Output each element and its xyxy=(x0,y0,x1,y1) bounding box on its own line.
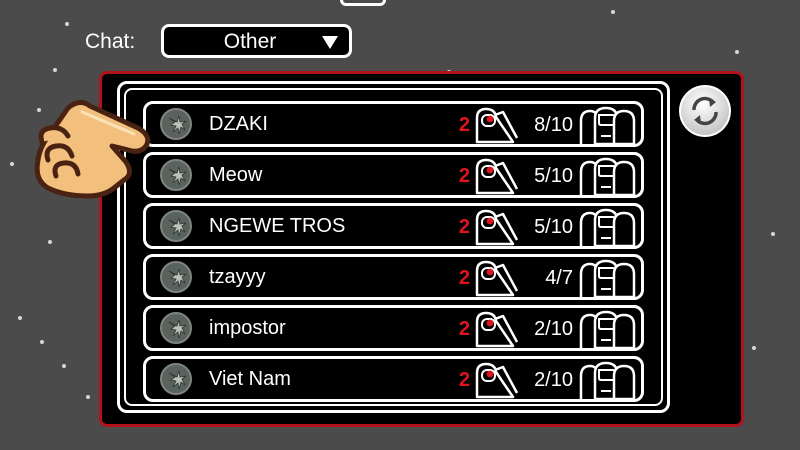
star xyxy=(611,10,615,14)
crewmates-icon xyxy=(579,310,636,350)
lobby-impostor-count: 2 xyxy=(458,318,470,340)
impostor-crewmate-icon xyxy=(475,311,519,348)
cut-off-dropdown[interactable] xyxy=(340,0,386,6)
impostor-crewmate-icon xyxy=(475,158,519,195)
star xyxy=(86,395,90,399)
star xyxy=(10,162,14,166)
lobby-host-name: impostor xyxy=(209,317,286,339)
map-emblem-icon xyxy=(160,108,192,140)
lobby-impostor-count: 2 xyxy=(458,165,470,187)
chat-filter-label: Chat: xyxy=(85,30,136,53)
lobby-row[interactable]: Viet Nam 2 2/10 xyxy=(143,356,644,402)
lobby-impostor-count: 2 xyxy=(458,267,470,289)
crewmates-icon xyxy=(579,259,636,299)
star xyxy=(735,50,739,54)
pointing-hand-icon xyxy=(34,100,151,199)
impostor-crewmate-icon xyxy=(475,209,519,246)
lobby-impostor-count: 2 xyxy=(458,216,470,238)
lobby-host-name: Viet Nam xyxy=(209,368,291,390)
chat-select-value: Other xyxy=(223,30,277,53)
star xyxy=(771,232,775,236)
lobby-impostor-count: 2 xyxy=(458,369,470,391)
chat-language-select[interactable]: Other xyxy=(161,24,352,58)
lobby-row[interactable]: impostor 2 2/10 xyxy=(143,305,644,351)
lobby-player-count: 8/10 xyxy=(534,114,573,136)
crewmates-icon xyxy=(579,361,636,401)
chevron-down-icon xyxy=(322,36,338,49)
star xyxy=(40,340,44,344)
star xyxy=(18,316,22,320)
refresh-button[interactable] xyxy=(676,82,734,140)
impostor-crewmate-icon xyxy=(475,260,519,297)
star xyxy=(62,364,66,368)
star xyxy=(53,68,57,72)
lobby-player-count: 2/10 xyxy=(534,318,573,340)
lobby-host-name: Meow xyxy=(209,164,263,186)
impostor-crewmate-icon xyxy=(475,362,519,399)
crewmates-icon xyxy=(579,208,636,248)
map-emblem-icon xyxy=(160,312,192,344)
map-emblem-icon xyxy=(160,363,192,395)
crewmates-icon xyxy=(579,157,636,197)
lobby-row[interactable]: DZAKI 2 8/10 xyxy=(143,101,644,147)
lobby-row[interactable]: NGEWE TROS 2 5/10 xyxy=(143,203,644,249)
lobby-player-count: 5/10 xyxy=(534,216,573,238)
lobby-host-name: DZAKI xyxy=(209,113,268,135)
lobby-impostor-count: 2 xyxy=(458,114,470,136)
map-emblem-icon xyxy=(160,159,192,191)
star xyxy=(65,22,69,26)
map-emblem-icon xyxy=(160,261,192,293)
star xyxy=(48,240,52,244)
map-emblem-icon xyxy=(160,210,192,242)
lobby-row[interactable]: tzayyy 2 4/7 xyxy=(143,254,644,300)
lobby-host-name: tzayyy xyxy=(209,266,266,288)
refresh-icon xyxy=(692,96,718,126)
lobby-player-count: 5/10 xyxy=(534,165,573,187)
lobby-host-name: NGEWE TROS xyxy=(209,215,346,237)
lobby-player-count: 4/7 xyxy=(545,267,573,289)
impostor-crewmate-icon xyxy=(475,107,519,144)
lobby-player-count: 2/10 xyxy=(534,369,573,391)
star xyxy=(752,346,756,350)
lobby-row[interactable]: Meow 2 5/10 xyxy=(143,152,644,198)
crewmates-icon xyxy=(579,106,636,146)
